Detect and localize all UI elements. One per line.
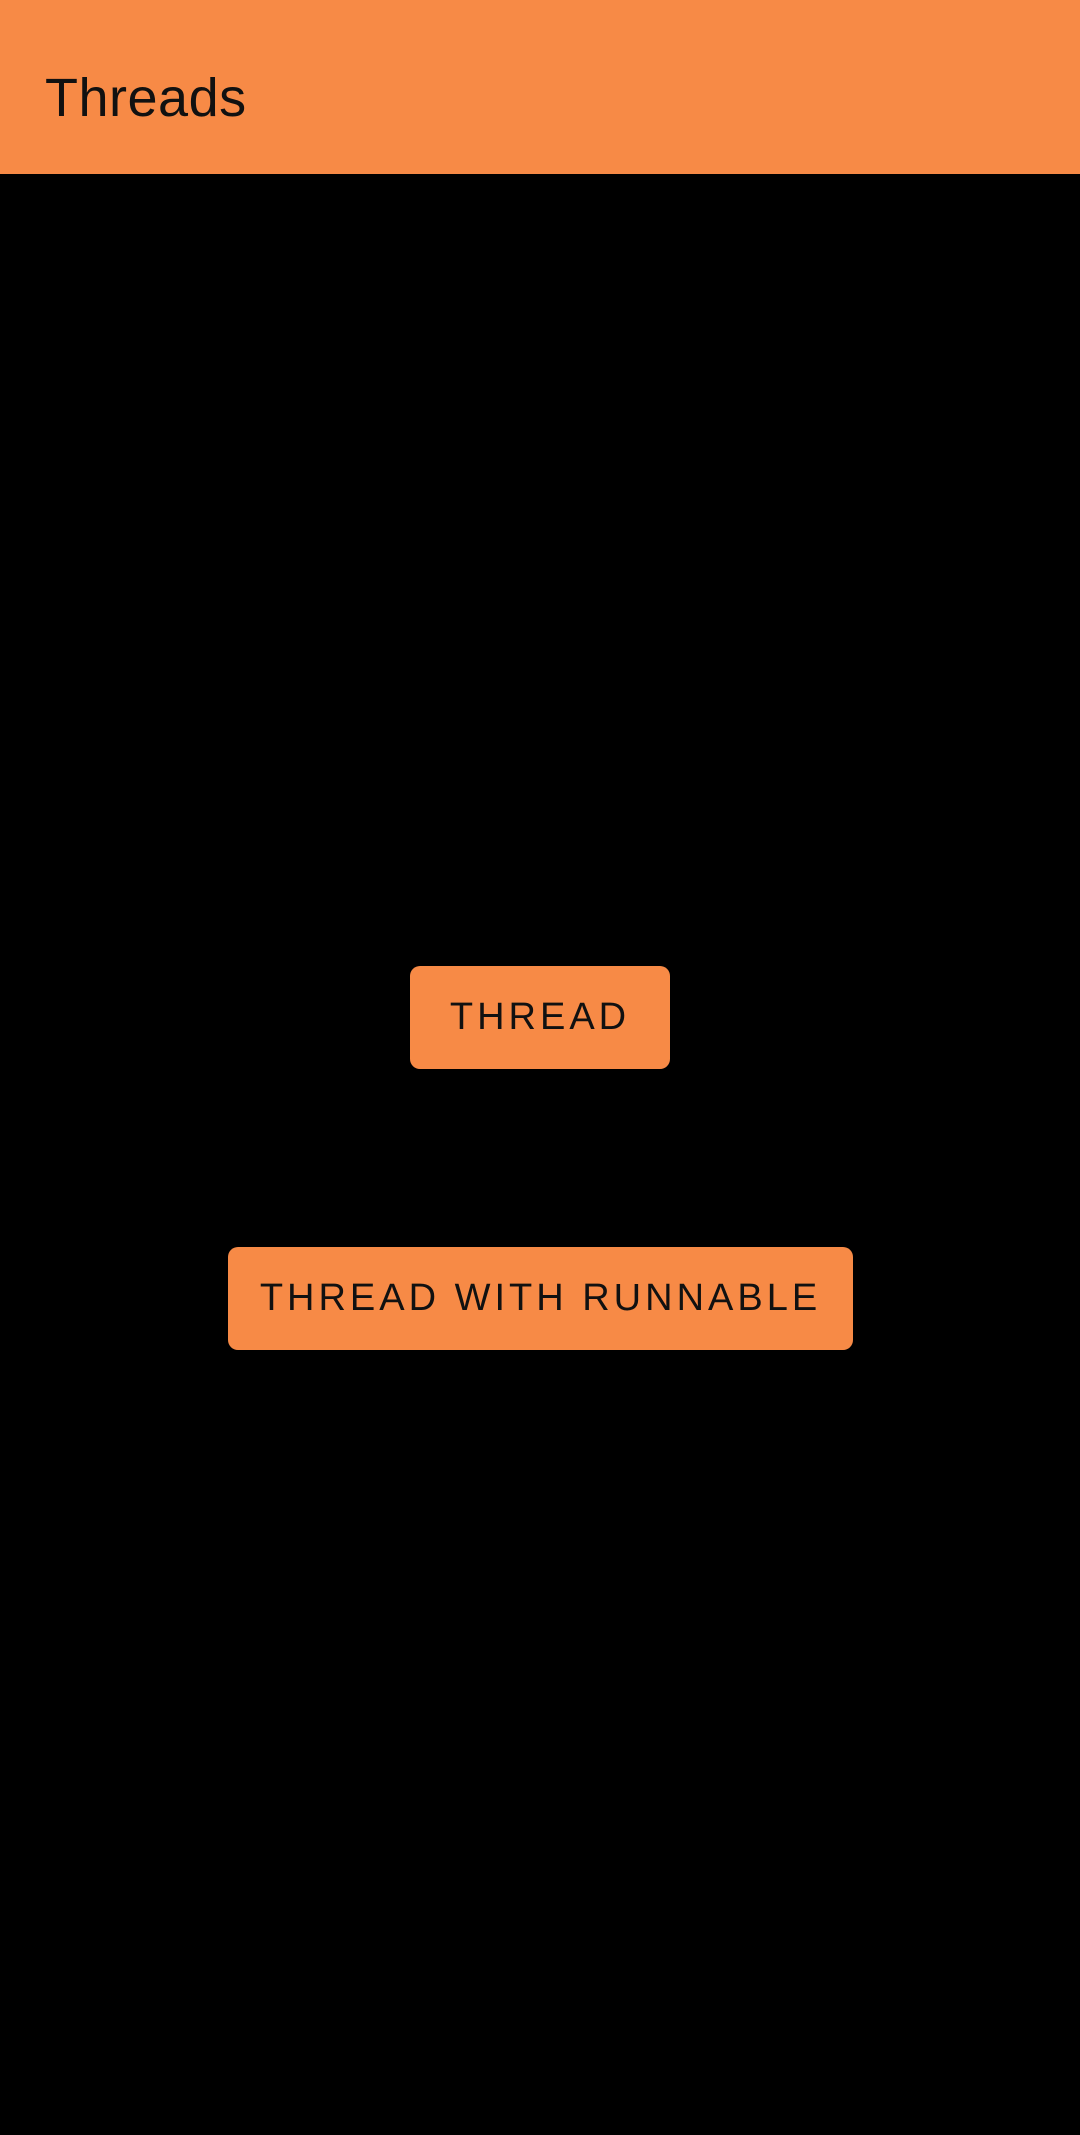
app-bar: Threads — [0, 0, 1080, 174]
page-title: Threads — [45, 68, 247, 128]
app-screen: Threads THREAD THREAD WITH RUNNABLE — [0, 0, 1080, 2135]
main-content: THREAD THREAD WITH RUNNABLE — [0, 174, 1080, 2135]
thread-button-label: THREAD — [449, 996, 631, 1038]
thread-button[interactable]: THREAD — [410, 966, 670, 1069]
thread-with-runnable-button-label: THREAD WITH RUNNABLE — [259, 1277, 822, 1319]
thread-with-runnable-button[interactable]: THREAD WITH RUNNABLE — [228, 1247, 853, 1350]
